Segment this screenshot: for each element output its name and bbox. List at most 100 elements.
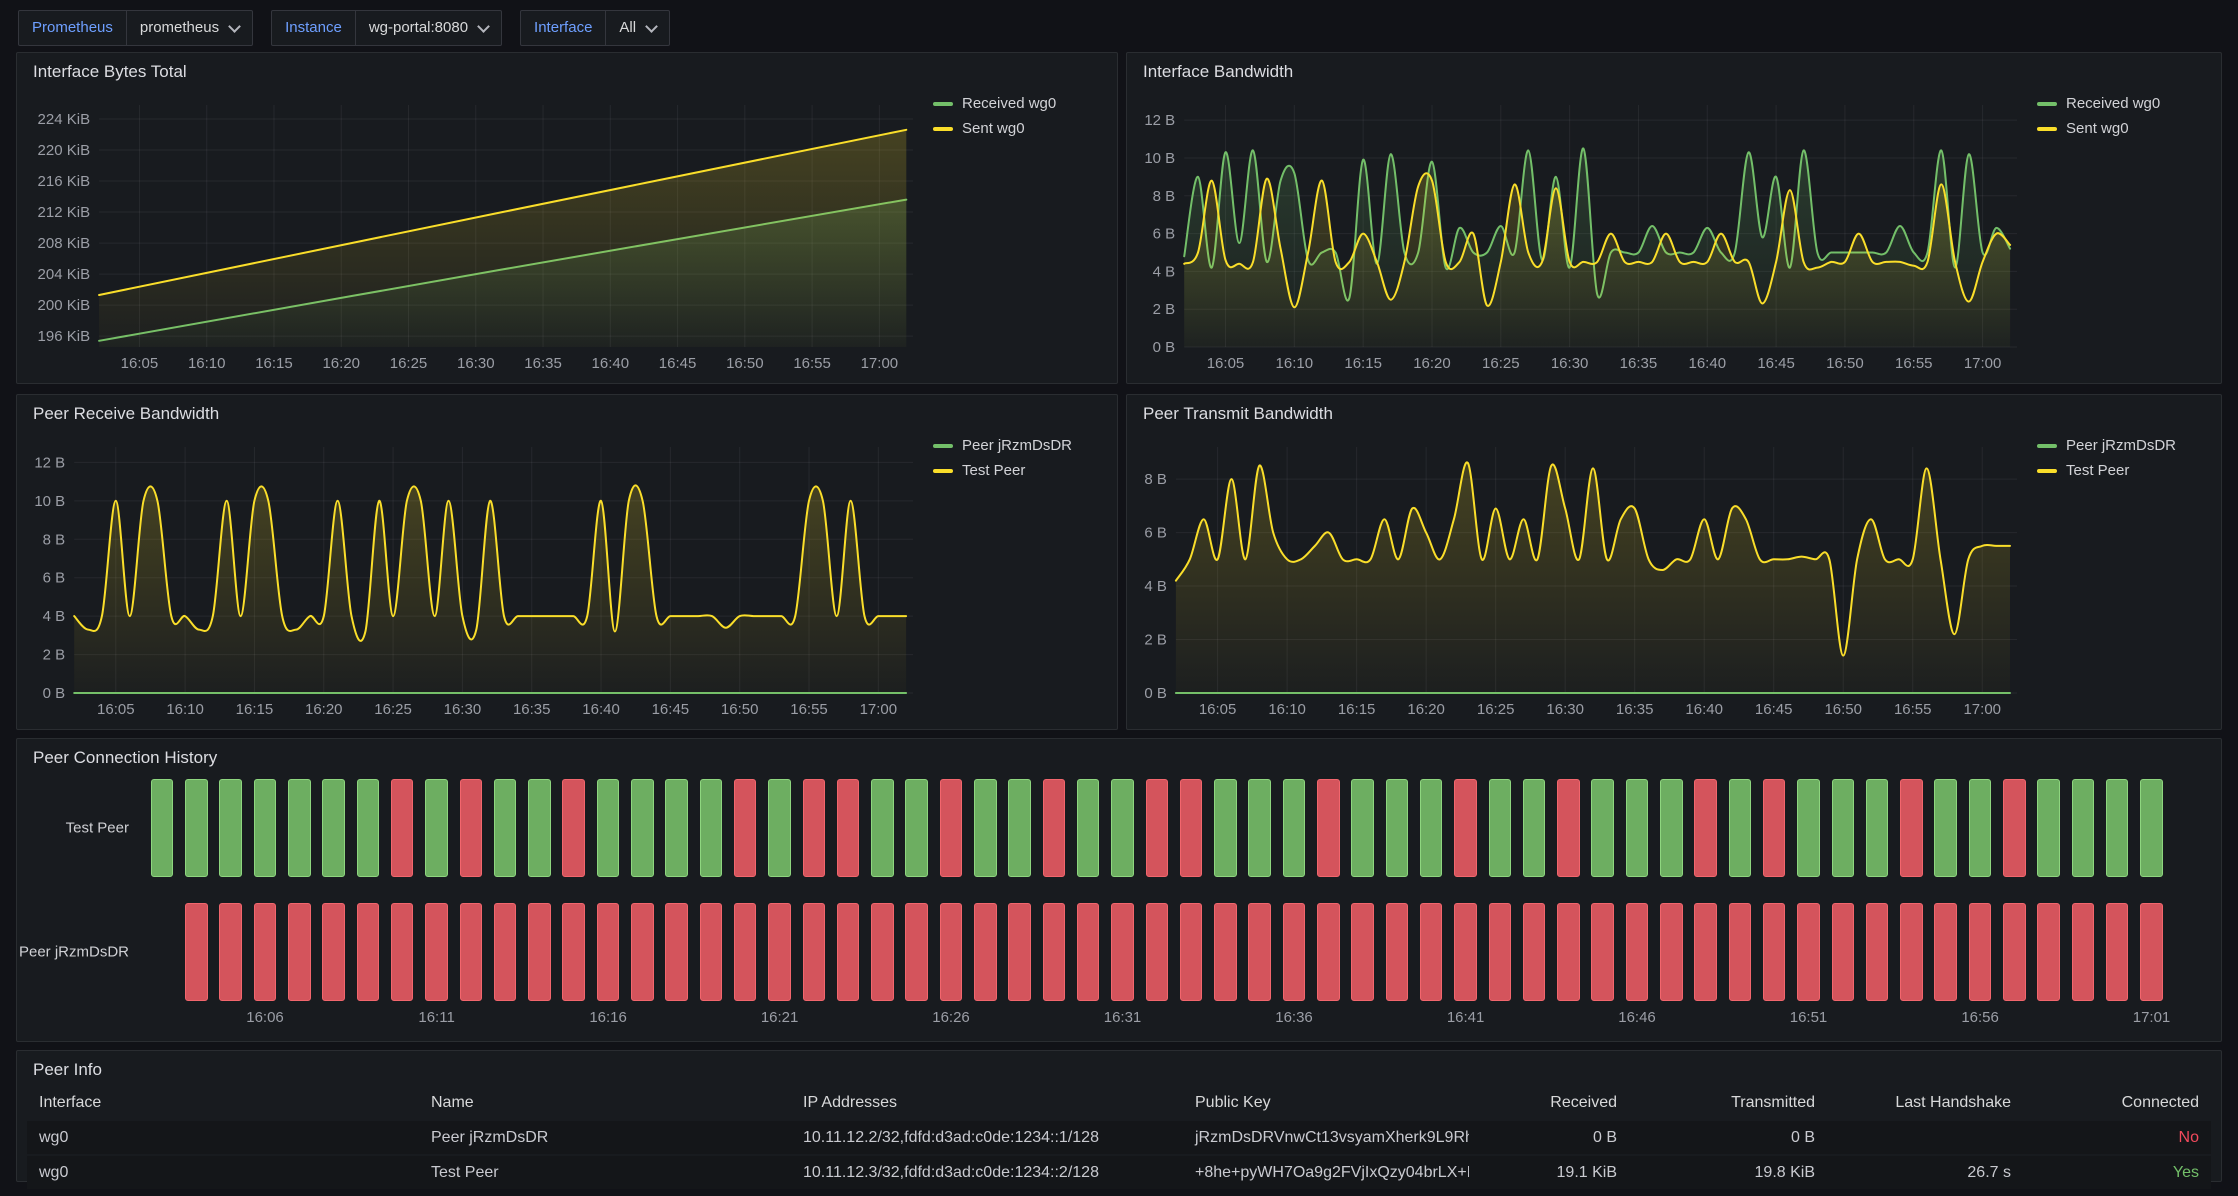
status-cell — [1797, 903, 1820, 1001]
legend-item[interactable]: Received wg0 — [2037, 95, 2213, 112]
legend-item[interactable]: Sent wg0 — [2037, 120, 2213, 137]
interface-bandwidth-chart[interactable]: 0 B2 B4 B6 B8 B10 B12 B16:0516:1016:1516… — [1135, 91, 2025, 377]
status-cell — [700, 903, 723, 1001]
status-cell — [1626, 779, 1649, 877]
legend-item[interactable]: Peer jRzmDsDR — [933, 437, 1109, 454]
status-cell — [700, 779, 723, 877]
peer-transmit-chart[interactable]: 0 B2 B4 B6 B8 B16:0516:1016:1516:2016:25… — [1135, 433, 2025, 723]
chart-legend: Received wg0 Sent wg0 — [921, 91, 1109, 377]
status-cell — [1008, 779, 1031, 877]
status-cell — [1934, 903, 1957, 1001]
history-row-label: Test Peer — [66, 820, 129, 837]
table-cell: 10.11.12.2/32,fdfd:d3ad:c0de:1234::1/128 — [791, 1121, 1183, 1154]
status-cell — [837, 903, 860, 1001]
svg-text:6 B: 6 B — [1144, 525, 1167, 542]
legend-item[interactable]: Sent wg0 — [933, 120, 1109, 137]
status-cell — [357, 779, 380, 877]
status-cell — [1454, 779, 1477, 877]
status-cell — [185, 903, 208, 1001]
table-cell: 10.11.12.3/32,fdfd:d3ad:c0de:1234::2/128 — [791, 1156, 1183, 1189]
status-cell — [1557, 779, 1580, 877]
status-history-plot[interactable]: 16:0616:1116:1616:2116:2616:3116:3616:41… — [145, 779, 2203, 1033]
legend-item[interactable]: Test Peer — [933, 462, 1109, 479]
status-cell — [391, 779, 414, 877]
table-header-row: InterfaceNameIP AddressesPublic KeyRecei… — [27, 1087, 2211, 1119]
status-cell — [974, 903, 997, 1001]
status-cell — [1866, 779, 1889, 877]
panel-title[interactable]: Interface Bytes Total — [17, 53, 1117, 91]
variable-label-instance: Instance — [271, 10, 356, 46]
svg-text:16:35: 16:35 — [513, 701, 551, 718]
status-cell — [1386, 779, 1409, 877]
legend-label: Received wg0 — [2066, 95, 2160, 112]
interface-bytes-chart[interactable]: 196 KiB200 KiB204 KiB208 KiB212 KiB216 K… — [25, 91, 921, 377]
status-cell — [528, 903, 551, 1001]
peer-info-table: InterfaceNameIP AddressesPublic KeyRecei… — [27, 1087, 2211, 1175]
status-cell — [2037, 903, 2060, 1001]
status-cell — [1660, 779, 1683, 877]
variable-label-interface: Interface — [520, 10, 606, 46]
status-cell — [562, 779, 585, 877]
svg-text:16:40: 16:40 — [1689, 355, 1727, 372]
table-cell: 0 B — [1469, 1121, 1629, 1154]
peer-receive-chart[interactable]: 0 B2 B4 B6 B8 B10 B12 B16:0516:1016:1516… — [25, 433, 921, 723]
variable-dropdown-interface[interactable]: All — [605, 10, 670, 46]
history-axis-label: 16:51 — [1790, 1009, 1828, 1026]
status-cell — [1900, 779, 1923, 877]
table-cell: wg0 — [27, 1121, 419, 1154]
svg-text:16:05: 16:05 — [1207, 355, 1245, 372]
panel-title[interactable]: Peer Transmit Bandwidth — [1127, 395, 2221, 433]
status-cell — [494, 903, 517, 1001]
status-cell — [1214, 779, 1237, 877]
status-cell — [631, 903, 654, 1001]
svg-text:2 B: 2 B — [1153, 301, 1176, 318]
status-cell — [254, 903, 277, 1001]
variable-dropdown-instance[interactable]: wg-portal:8080 — [355, 10, 502, 46]
status-cell — [1591, 903, 1614, 1001]
panel-title[interactable]: Peer Info — [17, 1051, 2221, 1089]
series-color-swatch — [2037, 469, 2057, 473]
legend-label: Sent wg0 — [962, 120, 1025, 137]
status-cell — [2003, 903, 2026, 1001]
status-cell — [940, 903, 963, 1001]
svg-text:212 KiB: 212 KiB — [38, 204, 91, 221]
chevron-down-icon — [645, 20, 658, 33]
status-cell — [1180, 779, 1203, 877]
svg-text:16:50: 16:50 — [726, 355, 764, 372]
panel-title[interactable]: Interface Bandwidth — [1127, 53, 2221, 91]
legend-label: Test Peer — [962, 462, 1025, 479]
legend-item[interactable]: Peer jRzmDsDR — [2037, 437, 2213, 454]
status-cell — [1420, 903, 1443, 1001]
column-header: Interface — [27, 1087, 419, 1119]
variable-dropdown-prometheus[interactable]: prometheus — [126, 10, 253, 46]
status-cell — [1969, 903, 1992, 1001]
column-header: Connected — [2023, 1087, 2211, 1119]
table-body: wg0Peer jRzmDsDR10.11.12.2/32,fdfd:d3ad:… — [27, 1119, 2211, 1189]
panel-title[interactable]: Peer Connection History — [17, 739, 2221, 777]
svg-text:17:00: 17:00 — [1964, 355, 2002, 372]
table-cell: jRzmDsDRVnwCt13vsyamXherk9L9RhR — [1183, 1121, 1469, 1154]
variable-value: wg-portal:8080 — [369, 11, 468, 45]
status-cell — [2037, 779, 2060, 877]
svg-text:216 KiB: 216 KiB — [38, 173, 91, 190]
svg-text:16:25: 16:25 — [374, 701, 412, 718]
series-color-swatch — [933, 444, 953, 448]
column-header: Transmitted — [1629, 1087, 1827, 1119]
status-cell — [1351, 779, 1374, 877]
status-cell — [1729, 779, 1752, 877]
status-cell — [357, 903, 380, 1001]
table-cell — [1827, 1121, 2023, 1154]
column-header: Last Handshake — [1827, 1087, 2023, 1119]
status-cell — [905, 779, 928, 877]
status-cell — [1934, 779, 1957, 877]
column-header: Name — [419, 1087, 791, 1119]
legend-item[interactable]: Test Peer — [2037, 462, 2213, 479]
status-cell — [1248, 903, 1271, 1001]
legend-item[interactable]: Received wg0 — [933, 95, 1109, 112]
panel-peer-transmit-bandwidth: Peer Transmit Bandwidth 0 B2 B4 B6 B8 B1… — [1126, 394, 2222, 730]
panel-title[interactable]: Peer Receive Bandwidth — [17, 395, 1117, 433]
table-cell: 19.8 KiB — [1629, 1156, 1827, 1189]
table-cell: Peer jRzmDsDR — [419, 1121, 791, 1154]
svg-text:196 KiB: 196 KiB — [38, 328, 91, 345]
svg-text:16:45: 16:45 — [659, 355, 697, 372]
